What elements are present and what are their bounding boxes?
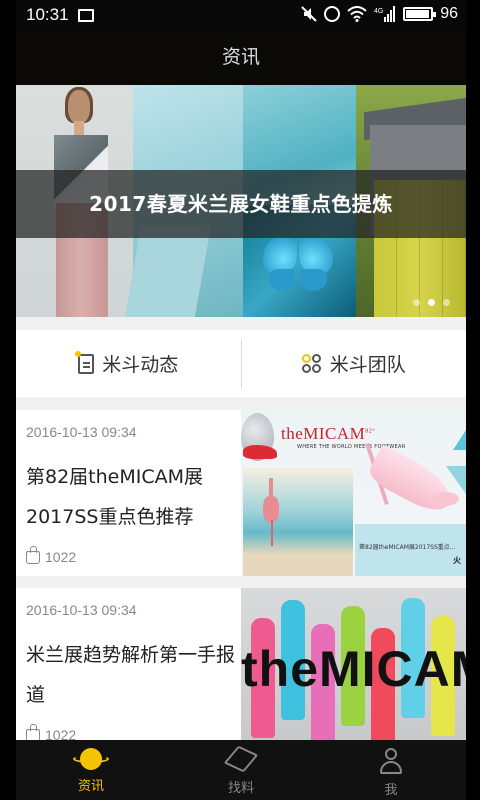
status-icons: 4G 96 [301, 5, 458, 23]
network-type-label: 4G [374, 8, 383, 15]
news-likes-count: 1022 [45, 549, 77, 565]
thumbnail-caption-tail: 火 [453, 556, 461, 565]
bottom-tab-bar: 资讯 找料 我 [16, 740, 466, 800]
paper-plane-icon [223, 745, 259, 773]
alarm-icon [324, 6, 341, 22]
battery-icon [403, 7, 437, 21]
tab-me-label: 我 [384, 783, 398, 798]
document-icon [75, 350, 95, 374]
battery-percent: 96 [440, 5, 458, 22]
carousel-dot[interactable] [413, 299, 420, 306]
news-date: 2016-10-13 09:34 [26, 424, 137, 440]
mute-icon [301, 6, 317, 22]
status-bar: 10:31 4G 96 [16, 0, 466, 32]
news-title[interactable]: 米兰展趋势解析第一手报道 [26, 635, 236, 715]
news-thumbnail[interactable]: theMICAM [241, 588, 466, 748]
wifi-icon [347, 6, 367, 22]
tab-me[interactable]: 我 [316, 740, 466, 800]
news-date: 2016-10-13 09:34 [26, 602, 137, 618]
category-team[interactable]: 米斗团队 [242, 330, 467, 397]
banner-caption[interactable]: 2017春夏米兰展女鞋重点色提炼 [16, 170, 466, 238]
app-screen: 10:31 4G 96 资讯 2017春夏米兰展女鞋重点色提炼 米斗动态 米斗团… [16, 0, 466, 800]
carousel-dot[interactable] [443, 299, 450, 306]
image-icon [78, 9, 94, 22]
user-icon [377, 747, 405, 775]
category-news-label: 米斗动态 [102, 354, 179, 376]
tab-find-material[interactable]: 找料 [166, 740, 316, 800]
team-icon [301, 353, 322, 374]
news-item[interactable]: 2016-10-13 09:34 米兰展趋势解析第一手报道 1022 theMI… [16, 588, 466, 748]
tab-find-material-label: 找料 [227, 781, 254, 796]
status-time: 10:31 [26, 5, 69, 24]
category-team-label: 米斗团队 [329, 354, 406, 376]
tab-news[interactable]: 资讯 [16, 740, 166, 800]
news-item[interactable]: 2016-10-13 09:34 第82届theMICAM展2017SS重点色推… [16, 410, 466, 576]
carousel-dot[interactable] [428, 299, 435, 306]
news-likes: 1022 [26, 545, 77, 565]
category-bar: 米斗动态 米斗团队 [16, 330, 466, 397]
page-title: 资讯 [16, 32, 466, 85]
tab-news-label: 资讯 [77, 779, 104, 794]
news-title[interactable]: 第82届theMICAM展2017SS重点色推荐 [26, 457, 236, 537]
micam-overlay-text: theMICAM [241, 641, 466, 697]
news-thumbnail[interactable]: theMICAM82° WHERE THE WORLD MEETS FOOTWE… [241, 410, 466, 576]
category-news[interactable]: 米斗动态 [16, 330, 241, 397]
thumbnail-caption: 第82届theMICAM展2017SS重点... [359, 544, 456, 551]
thumbs-up-icon [26, 545, 40, 564]
banner-carousel[interactable]: 2017春夏米兰展女鞋重点色提炼 [16, 85, 466, 317]
planet-icon [73, 747, 109, 771]
battery-level-fill [406, 10, 430, 18]
carousel-indicator [413, 299, 450, 306]
signal-icon: 4G [374, 6, 396, 22]
